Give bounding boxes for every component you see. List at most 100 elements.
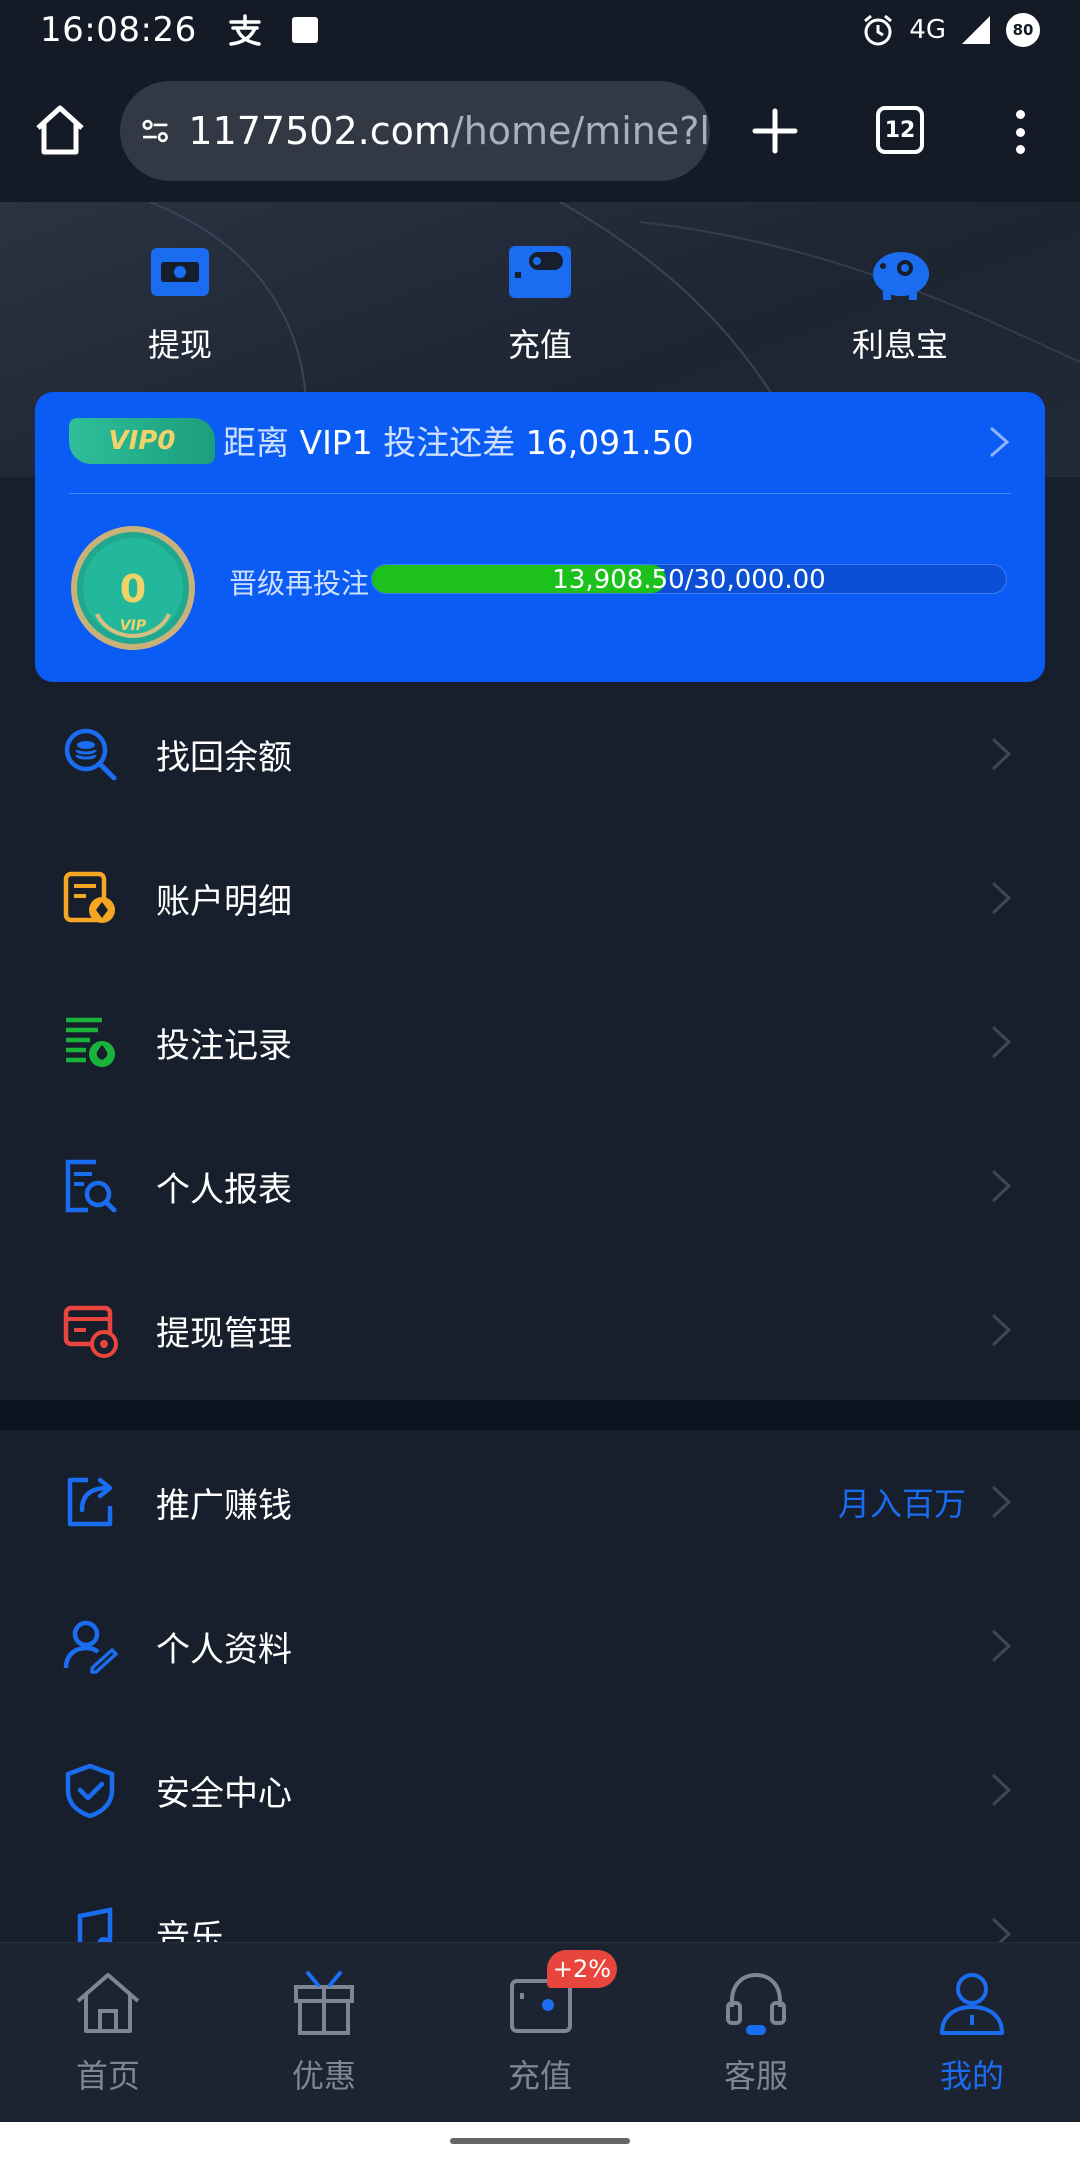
search-coin-icon <box>64 728 117 781</box>
menu-item-promote-earn[interactable]: 推广赚钱 月入百万 <box>0 1430 1080 1574</box>
chevron-right-icon <box>991 1169 1012 1203</box>
status-bar: 16:08:26 4G 80 <box>0 0 1080 60</box>
chevron-right-icon <box>991 737 1012 771</box>
music-icon <box>77 1907 113 1942</box>
menu-item-security-center[interactable]: 安全中心 <box>0 1718 1080 1862</box>
gesture-handle[interactable] <box>450 2138 630 2144</box>
report-icon <box>65 1159 117 1213</box>
deposit-action[interactable]: 充值 <box>450 242 630 366</box>
bet-record-icon <box>66 1017 115 1067</box>
chevron-right-icon <box>991 881 1012 915</box>
withdraw-label: 提现 <box>147 326 212 364</box>
bottom-navigation: 首页 优惠 充值 客服 我的 <box>0 1942 1080 2122</box>
settings-menu: 推广赚钱 月入百万 个人资料 安全中心 音乐 <box>0 1430 1080 1942</box>
site-settings-icon[interactable] <box>140 111 170 151</box>
section-divider <box>0 1400 1080 1430</box>
menu-label: 音乐 <box>156 1917 224 1943</box>
home-icon <box>76 1973 140 2033</box>
chevron-right-icon <box>991 1629 1012 1663</box>
nav-label: 充值 <box>507 2057 572 2095</box>
user-icon <box>940 1973 1004 2035</box>
more-menu-icon[interactable] <box>1006 104 1034 160</box>
gift-icon <box>294 1971 354 2035</box>
wallet-icon <box>509 246 571 298</box>
vip-card[interactable]: VIP0 距离 VIP1 投注还差 16,091.50 0 VIP 晋级再投注 … <box>35 392 1045 682</box>
url-bar[interactable]: 1177502.com/home/mine?l <box>120 81 710 181</box>
new-tab-icon[interactable] <box>750 106 800 156</box>
menu-item-music[interactable]: 音乐 <box>0 1862 1080 1942</box>
chevron-right-icon <box>991 1773 1012 1807</box>
url-host: 1177502.com <box>188 109 451 153</box>
status-notification-icons <box>227 14 319 46</box>
menu-item-withdraw-management[interactable]: 提现管理 <box>0 1258 1080 1402</box>
url-path: /home/mine?l <box>450 109 710 153</box>
vip-medal-icon: 0 VIP <box>71 526 195 650</box>
withdraw-manage-icon <box>63 1305 118 1358</box>
menu-label: 找回余额 <box>156 737 292 778</box>
battery-icon: 80 <box>1006 13 1040 47</box>
menu-item-personal-report[interactable]: 个人报表 <box>0 1114 1080 1258</box>
vip-level-badge: VIP0 <box>69 418 215 464</box>
account-detail-icon <box>63 871 115 923</box>
interest-label: 利息宝 <box>851 326 948 364</box>
menu-item-profile[interactable]: 个人资料 <box>0 1574 1080 1718</box>
share-icon <box>67 1477 113 1527</box>
signal-icon <box>962 16 990 44</box>
status-right-icons: 4G 80 <box>861 13 1040 47</box>
vip-target-level: VIP1 <box>299 423 373 462</box>
battery-level: 80 <box>1012 21 1034 39</box>
tab-switcher-button[interactable]: 12 <box>876 106 924 154</box>
shield-check-icon <box>65 1763 115 1818</box>
progress-label: 晋级再投注 <box>229 567 370 600</box>
nav-mine[interactable]: 我的 <box>892 1967 1052 2097</box>
menu-item-recover-balance[interactable]: 找回余额 <box>0 682 1080 826</box>
network-type: 4G <box>909 15 946 45</box>
vip-title-prefix: 距离 <box>223 423 289 462</box>
square-notification-icon <box>291 17 318 43</box>
withdraw-action[interactable]: 提现 <box>90 242 270 366</box>
nav-promotions[interactable]: 优惠 <box>244 1967 404 2097</box>
status-time: 16:08:26 <box>40 10 197 50</box>
tab-count: 12 <box>884 117 916 143</box>
chevron-right-icon <box>991 1485 1012 1519</box>
nav-label: 客服 <box>723 2057 788 2095</box>
menu-label: 个人资料 <box>156 1629 292 1670</box>
menu-label: 个人报表 <box>156 1169 292 1210</box>
vip-remaining-amount: 16,091.50 <box>525 423 694 462</box>
user-edit-icon <box>63 1620 118 1674</box>
nav-home[interactable]: 首页 <box>28 1967 188 2097</box>
promo-tagline: 月入百万 <box>837 1485 966 1523</box>
chevron-right-icon <box>991 1917 1012 1942</box>
nav-label: 我的 <box>939 2057 1004 2095</box>
vip-title-mid: 投注还差 <box>383 423 516 462</box>
url-text[interactable]: 1177502.com/home/mine?l <box>188 109 710 153</box>
vip-progress-bar: 13,908.50/30,000.00 <box>371 564 1007 594</box>
account-menu: 找回余额 账户明细 投注记录 个人报表 提现管理 <box>0 682 1080 1402</box>
piggy-bank-icon <box>873 252 929 300</box>
deposit-label: 充值 <box>507 326 572 364</box>
home-icon[interactable] <box>32 102 88 158</box>
menu-label: 提现管理 <box>156 1313 292 1354</box>
menu-label: 推广赚钱 <box>156 1485 292 1526</box>
menu-item-account-details[interactable]: 账户明细 <box>0 826 1080 970</box>
deposit-bonus-badge: +2% <box>547 1950 617 1988</box>
chevron-right-icon <box>991 1313 1012 1347</box>
medal-level: 0 <box>120 567 146 611</box>
vip-progress-text: 13,908.50/30,000.00 <box>552 565 826 594</box>
alarm-icon <box>864 14 893 46</box>
menu-item-bet-records[interactable]: 投注记录 <box>0 970 1080 1114</box>
nav-customer-service[interactable]: 客服 <box>676 1967 836 2097</box>
menu-label: 账户明细 <box>156 881 292 922</box>
alipay-notification-icon <box>228 14 261 46</box>
menu-label: 投注记录 <box>156 1025 292 1066</box>
vip-divider <box>69 493 1011 494</box>
nav-label: 优惠 <box>291 2057 356 2095</box>
withdraw-cash-icon <box>151 248 209 296</box>
headset-icon <box>726 1972 786 2035</box>
interest-action[interactable]: 利息宝 <box>810 242 990 366</box>
nav-label: 首页 <box>75 2057 140 2095</box>
chevron-right-icon <box>991 1025 1012 1059</box>
menu-label: 安全中心 <box>156 1773 292 1814</box>
vip-progress-title: 距离 VIP1 投注还差 16,091.50 <box>223 416 694 464</box>
chevron-right-icon[interactable] <box>987 424 1011 460</box>
